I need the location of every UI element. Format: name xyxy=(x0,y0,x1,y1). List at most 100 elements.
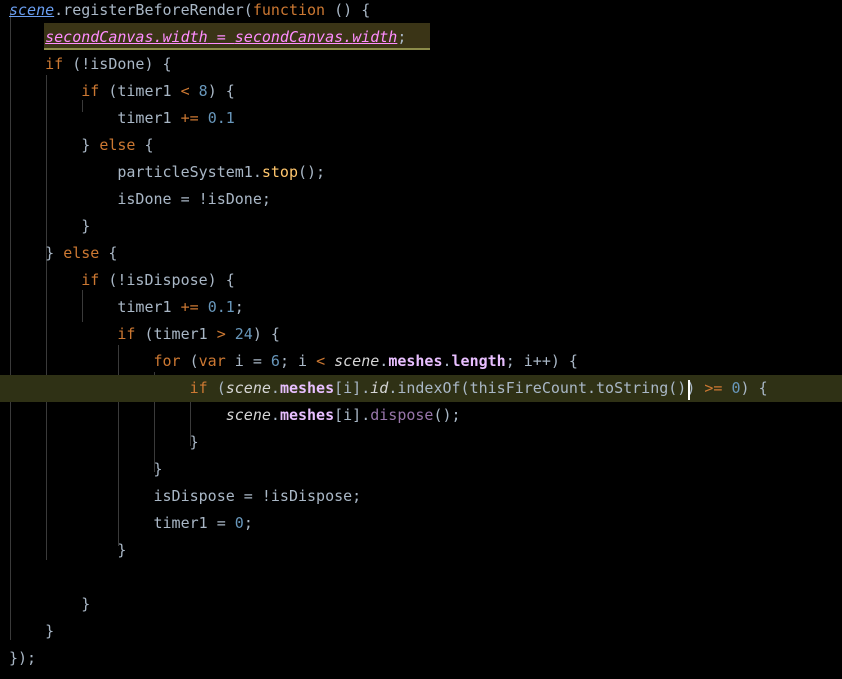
code-line[interactable]: if (!isDispose) { xyxy=(0,267,842,294)
code-editor[interactable]: scene.registerBeforeRender(function () {… xyxy=(0,0,842,679)
code-token: . xyxy=(153,28,163,46)
code-line[interactable]: if (scene.meshes[i].id.indexOf(thisFireC… xyxy=(0,375,842,402)
code-token: (!isDone) { xyxy=(63,55,172,73)
code-token: isDone = !isDone; xyxy=(117,190,271,208)
code-line[interactable]: } else { xyxy=(0,132,842,159)
code-token: (); xyxy=(298,163,326,181)
code-token: . xyxy=(270,406,280,424)
code-token: toString xyxy=(596,379,669,397)
code-token: function xyxy=(252,1,326,19)
code-token: 6 xyxy=(270,352,280,370)
code-token: id xyxy=(370,379,389,397)
code-line[interactable]: timer1 += 0.1 xyxy=(0,105,842,132)
code-token: if xyxy=(117,325,136,343)
code-token: timer1 = xyxy=(153,514,235,532)
code-line[interactable]: } xyxy=(0,537,842,564)
code-line[interactable]: } xyxy=(0,618,842,645)
code-token: ()) xyxy=(668,379,705,397)
code-token: 0 xyxy=(731,379,741,397)
code-line[interactable]: } xyxy=(0,429,842,456)
code-token: < xyxy=(180,82,190,100)
code-line[interactable]: scene.registerBeforeRender(function () { xyxy=(0,0,842,24)
code-line[interactable]: isDispose = !isDispose; xyxy=(0,483,842,510)
code-line[interactable]: if (timer1 > 24) { xyxy=(0,321,842,348)
code-token: secondCanvas xyxy=(45,28,154,46)
code-token: else xyxy=(63,244,100,262)
code-token: . xyxy=(379,352,389,370)
code-token: width xyxy=(162,28,208,46)
code-token: .registerBeforeRender( xyxy=(54,1,253,19)
code-token: 24 xyxy=(234,325,253,343)
code-line[interactable]: particleSystem1.stop(); xyxy=(0,159,842,186)
code-line[interactable]: } xyxy=(0,213,842,240)
code-line[interactable]: } else { xyxy=(0,240,842,267)
code-token: > xyxy=(216,325,226,343)
code-token: ; xyxy=(397,28,407,46)
code-line[interactable]: for (var i = 6; i < scene.meshes.length;… xyxy=(0,348,842,375)
code-token: = xyxy=(207,28,235,46)
code-token: } xyxy=(45,622,55,640)
code-token: (); xyxy=(433,406,461,424)
code-token: ; xyxy=(234,298,244,316)
code-token: var xyxy=(198,352,226,370)
code-token: } xyxy=(153,460,163,478)
code-token: scene xyxy=(225,379,271,397)
code-token: } xyxy=(81,136,100,154)
code-token: }); xyxy=(9,649,37,667)
code-token: length xyxy=(451,352,506,370)
code-token: . xyxy=(388,379,398,397)
code-token: secondCanvas xyxy=(234,28,344,46)
code-token: { xyxy=(99,244,118,262)
code-line[interactable]: } xyxy=(0,591,842,618)
code-token: (timer1 xyxy=(99,82,181,100)
code-token: particleSystem1. xyxy=(117,163,262,181)
code-line[interactable]: secondCanvas.width = secondCanvas.width; xyxy=(0,24,842,51)
code-line[interactable]: timer1 = 0; xyxy=(0,510,842,537)
code-token: 0 xyxy=(234,514,244,532)
code-token: < xyxy=(316,352,326,370)
code-line[interactable]: } xyxy=(0,456,842,483)
code-token: { xyxy=(135,136,154,154)
code-token: (!isDispose) { xyxy=(99,271,235,289)
code-line[interactable] xyxy=(0,564,842,591)
code-token: indexOf(thisFireCount. xyxy=(397,379,597,397)
code-line[interactable]: }); xyxy=(0,645,842,672)
code-line[interactable]: timer1 += 0.1; xyxy=(0,294,842,321)
code-token: isDispose = !isDispose; xyxy=(153,487,362,505)
code-line[interactable]: isDone = !isDone; xyxy=(0,186,842,213)
code-token: stop xyxy=(261,163,298,181)
code-token: scene xyxy=(334,352,380,370)
code-line[interactable]: if (timer1 < 8) { xyxy=(0,78,842,105)
text-cursor xyxy=(688,380,690,400)
code-token: meshes xyxy=(279,379,335,397)
code-token: += xyxy=(180,109,199,127)
code-token: ) { xyxy=(252,325,280,343)
code-line[interactable]: scene.meshes[i].dispose(); xyxy=(0,402,842,429)
code-token: (timer1 xyxy=(135,325,217,343)
code-token: 0.1 xyxy=(207,298,235,316)
code-token: dispose xyxy=(370,406,434,424)
code-token: if xyxy=(189,379,208,397)
code-line[interactable]: if (!isDone) { xyxy=(0,51,842,78)
